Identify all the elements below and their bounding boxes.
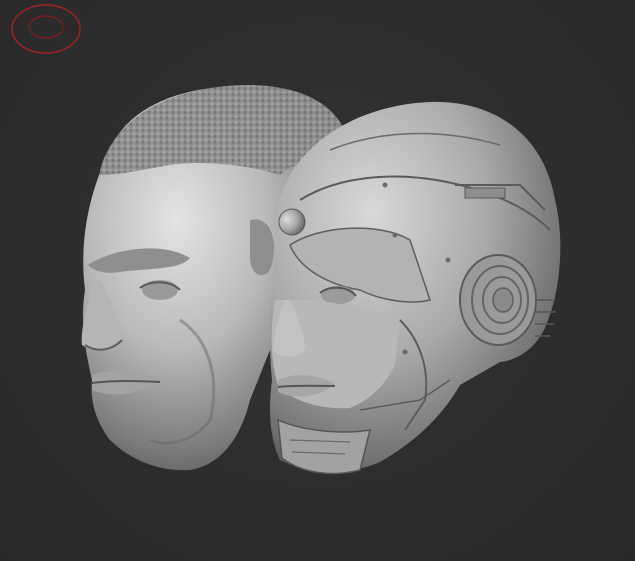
cyborg-head-sculpt[interactable] (269, 101, 561, 475)
sculpt-viewport[interactable] (0, 0, 635, 561)
model-canvas[interactable] (0, 0, 635, 561)
ear-disc-icon (459, 254, 537, 346)
